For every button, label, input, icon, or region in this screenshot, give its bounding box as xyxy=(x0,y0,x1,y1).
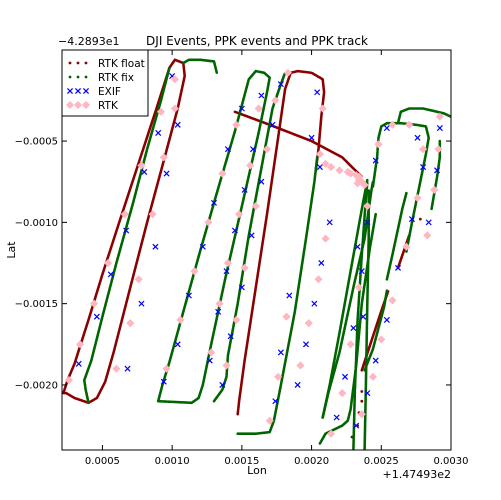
legend-marker-rtk-float xyxy=(84,61,88,65)
legend-marker-rtk-float xyxy=(76,61,80,65)
y-tick-label: −0.0010 xyxy=(15,218,58,229)
x-tick-label: 0.0030 xyxy=(434,456,469,467)
x-tick-label: 0.0005 xyxy=(85,456,120,467)
x-tick-label: 0.0020 xyxy=(294,456,329,467)
legend: RTK float RTK fix EXIF RTK xyxy=(61,49,149,117)
point-rtk-float xyxy=(360,390,364,393)
legend-marker-rtk-float xyxy=(68,61,72,65)
legend-label: RTK float xyxy=(98,58,145,70)
x-axis-label: Lon xyxy=(247,464,267,477)
y-tick-label: −0.0015 xyxy=(15,299,58,310)
legend-label: RTK fix xyxy=(98,72,134,84)
chart: 0.0005 0.0010 0.0015 0.0020 0.0025 0.0030−0.0… xyxy=(0,0,501,500)
point-rtk-float xyxy=(418,217,422,221)
legend-label: RTK xyxy=(98,100,119,112)
legend-label: EXIF xyxy=(98,86,121,98)
x-offset-label: +1.47493e2 xyxy=(383,468,451,481)
y-tick-label: −0.0005 xyxy=(15,137,58,148)
legend-marker-rtk-fix xyxy=(68,75,72,79)
y-offset-label: −4.2893e1 xyxy=(58,35,119,48)
point-rtk-float xyxy=(360,399,364,403)
y-axis-label: Lat xyxy=(5,241,18,259)
y-tick-label: −0.0020 xyxy=(15,380,58,391)
x-tick-label: 0.0025 xyxy=(364,456,399,467)
x-tick-label: 0.0010 xyxy=(155,456,190,467)
legend-marker-rtk-fix xyxy=(84,75,88,79)
legend-marker-rtk-fix xyxy=(76,75,80,79)
chart-title: DJI Events, PPK events and PPK track xyxy=(146,34,368,48)
